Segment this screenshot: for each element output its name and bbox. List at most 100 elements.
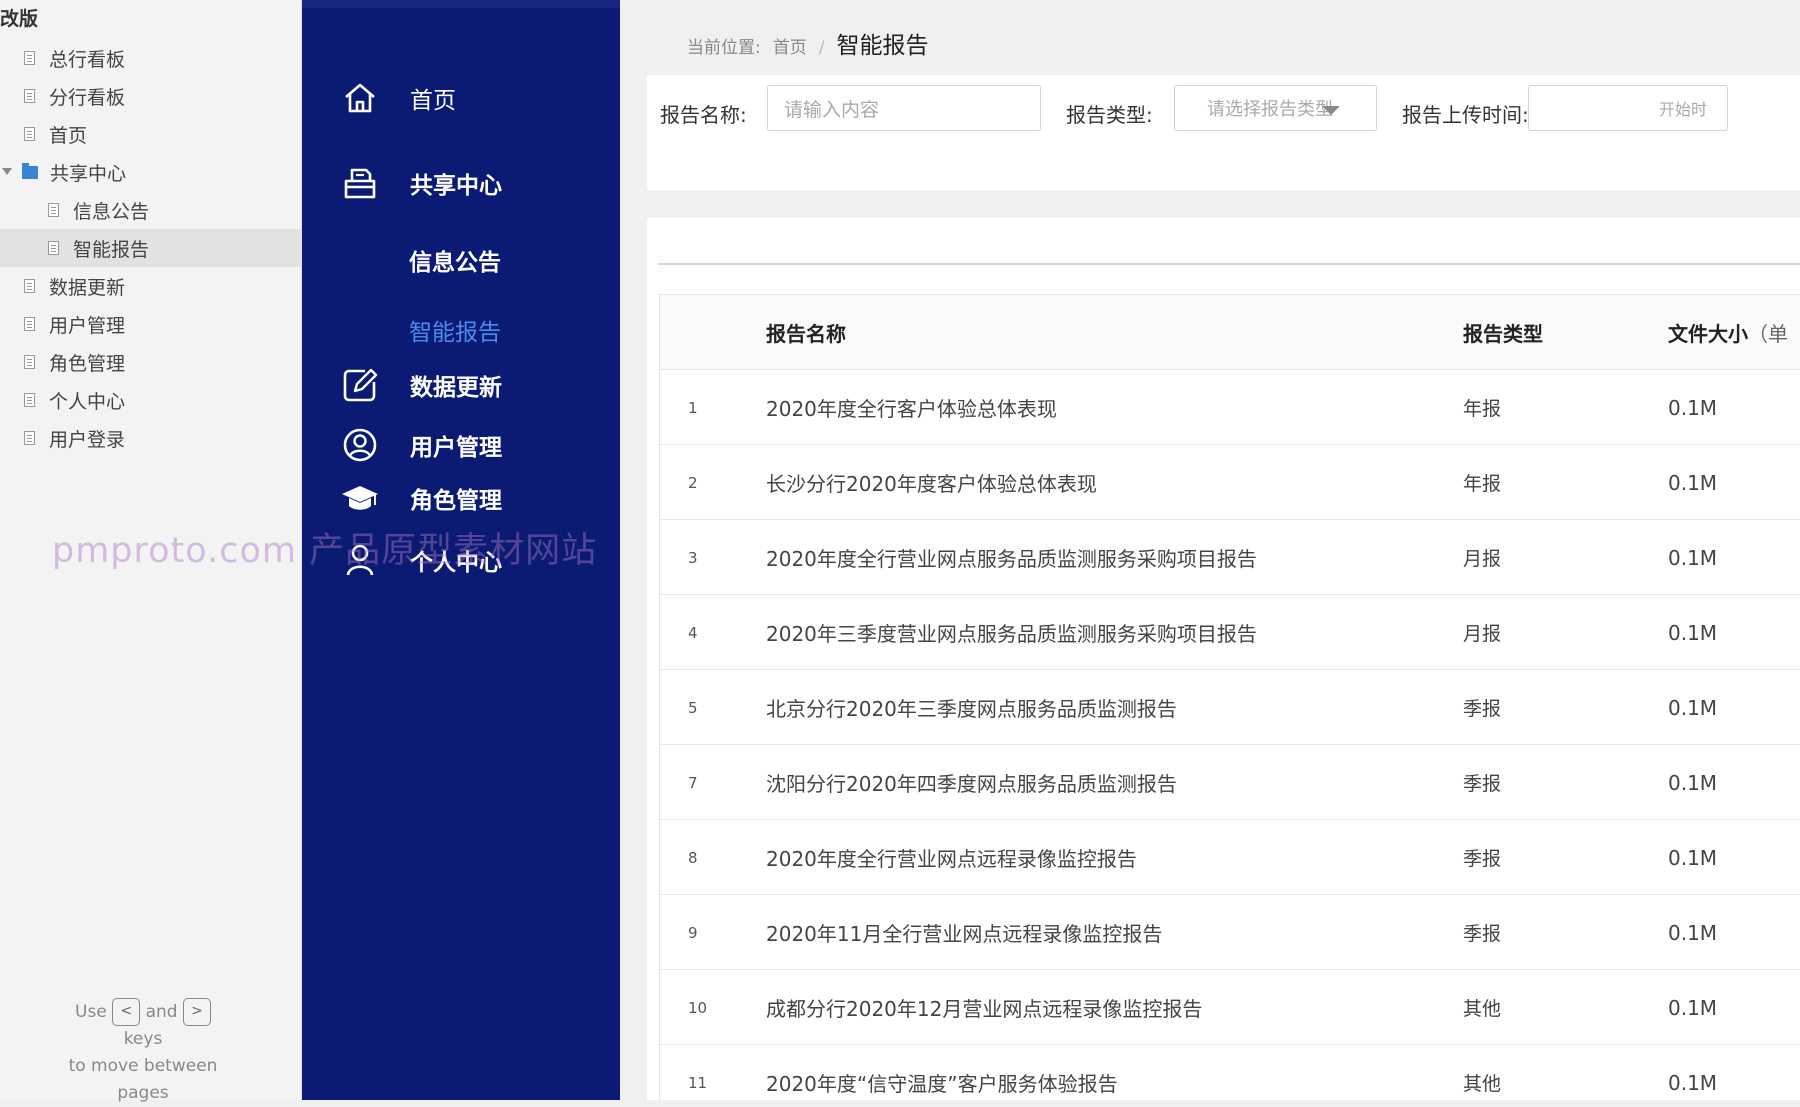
report-name-cell: 2020年度全行营业网点服务品质监测服务采购项目报告	[766, 547, 1257, 571]
upload-time-start-input[interactable]: 开始时	[1528, 85, 1728, 131]
report-type-cell: 年报	[1463, 473, 1502, 495]
file-size-cell: 0.1M	[1668, 920, 1718, 945]
table-row[interactable]: 9 2020年11月全行营业网点远程录像监控报告 季报 0.1M	[660, 895, 1800, 970]
report-name-cell: 2020年度“信守温度”客户服务体验报告	[766, 1072, 1118, 1096]
nav-item-announcements[interactable]: 信息公告	[302, 230, 620, 290]
tree-item-label: 用户登录	[49, 428, 126, 451]
card-divider	[658, 263, 1800, 265]
tree-item-data-update[interactable]: 数据更新	[0, 267, 302, 305]
breadcrumb-current: 智能报告	[836, 33, 929, 59]
tree-item-label: 角色管理	[49, 352, 126, 375]
report-name-input[interactable]: 请输入内容	[767, 85, 1041, 131]
report-name-label: 报告名称:	[660, 103, 747, 127]
page-icon	[24, 317, 35, 331]
header-file-size-unit: （单	[1748, 322, 1788, 346]
header-file-size-label: 文件大小	[1668, 322, 1748, 346]
nav-item-data-update[interactable]: 数据更新	[302, 355, 620, 415]
row-number: 4	[688, 623, 698, 642]
report-list-card: 报告名称 报告类型 文件大小 （单 1 2020年度全行客户体验总体表现 年报 0.1M…	[647, 218, 1800, 1100]
file-size-cell: 0.1M	[1668, 695, 1718, 720]
page-icon	[24, 127, 35, 141]
row-number: 1	[688, 398, 698, 417]
help-text-keys: keys	[123, 1029, 163, 1049]
tree-item-personal-center[interactable]: 个人中心	[0, 381, 302, 419]
nav-item-share-center[interactable]: 共享中心	[302, 153, 620, 213]
tree-item-smart-reports[interactable]: 智能报告	[0, 229, 302, 267]
report-type-cell: 季报	[1463, 923, 1502, 945]
tree-item-user-management[interactable]: 用户管理	[0, 305, 302, 343]
row-number: 2	[688, 473, 698, 492]
table-row[interactable]: 5 北京分行2020年三季度网点服务品质监测报告 季报 0.1M	[660, 670, 1800, 745]
file-size-cell: 0.1M	[1668, 395, 1718, 420]
nav-item-label: 用户管理	[410, 435, 502, 461]
share-center-icon	[340, 163, 380, 203]
table-row[interactable]: 3 2020年度全行营业网点服务品质监测服务采购项目报告 月报 0.1M	[660, 520, 1800, 595]
nav-item-label: 数据更新	[410, 375, 502, 401]
tree-item-role-management[interactable]: 角色管理	[0, 343, 302, 381]
tree-item-label: 首页	[49, 124, 88, 147]
report-name-cell: 2020年度全行营业网点远程录像监控报告	[766, 847, 1137, 871]
table-row[interactable]: 11 2020年度“信守温度”客户服务体验报告 其他 0.1M	[660, 1045, 1800, 1100]
tree-item-home[interactable]: 首页	[0, 115, 302, 153]
breadcrumb: 当前位置: 首页 / 智能报告	[687, 26, 928, 60]
nav-item-smart-reports[interactable]: 智能报告	[302, 300, 620, 360]
report-type-select[interactable]: 请选择报告类型	[1174, 85, 1377, 131]
page-icon	[48, 241, 59, 255]
report-type-cell: 季报	[1463, 848, 1502, 870]
home-icon	[340, 78, 380, 118]
breadcrumb-home-link[interactable]: 首页	[773, 33, 807, 58]
table-row[interactable]: 1 2020年度全行客户体验总体表现 年报 0.1M	[660, 370, 1800, 445]
tree-item-user-login[interactable]: 用户登录	[0, 419, 302, 457]
report-type-cell: 年报	[1463, 398, 1502, 420]
tree-item-label: 共享中心	[50, 162, 127, 185]
table-row[interactable]: 8 2020年度全行营业网点远程录像监控报告 季报 0.1M	[660, 820, 1800, 895]
file-size-cell: 0.1M	[1668, 470, 1718, 495]
chevron-down-icon	[1322, 106, 1340, 115]
nav-item-role-management[interactable]: 角色管理	[302, 468, 620, 528]
file-size-cell: 0.1M	[1668, 545, 1718, 570]
row-number: 7	[688, 773, 698, 792]
expand-caret-icon[interactable]	[2, 168, 12, 175]
table-row[interactable]: 2 长沙分行2020年度客户体验总体表现 年报 0.1M	[660, 445, 1800, 520]
row-number: 5	[688, 698, 698, 717]
page-icon	[24, 279, 35, 293]
table-body: 1 2020年度全行客户体验总体表现 年报 0.1M 2 长沙分行2020年度客户体验总体…	[660, 370, 1800, 1100]
edit-icon	[340, 365, 380, 405]
report-type-cell: 季报	[1463, 698, 1502, 720]
main-content: 当前位置: 首页 / 智能报告 报告名称: 请输入内容 报告类型: 请选择报告类…	[620, 0, 1800, 1100]
report-type-cell: 季报	[1463, 773, 1502, 795]
page-icon	[24, 89, 35, 103]
report-table: 报告名称 报告类型 文件大小 （单 1 2020年度全行客户体验总体表现 年报 0.1M…	[659, 294, 1800, 1100]
tree-item-share-center[interactable]: 共享中心	[0, 153, 302, 191]
table-row[interactable]: 4 2020年三季度营业网点服务品质监测服务采购项目报告 月报 0.1M	[660, 595, 1800, 670]
page-icon	[24, 51, 35, 65]
keyboard-help: Use < and > keys to move between pages	[0, 998, 286, 1107]
report-name-cell: 2020年三季度营业网点服务品质监测服务采购项目报告	[766, 622, 1257, 646]
prev-key-icon: <	[112, 998, 141, 1026]
report-type-label: 报告类型:	[1066, 103, 1153, 127]
nav-item-label: 共享中心	[410, 173, 502, 199]
tree-item-hq-dashboard[interactable]: 总行看板	[0, 39, 302, 77]
tree-item-label: 数据更新	[49, 276, 126, 299]
nav-item-home[interactable]: 首页	[302, 68, 620, 128]
header-report-name: 报告名称	[766, 322, 846, 346]
tree-item-branch-dashboard[interactable]: 分行看板	[0, 77, 302, 115]
nav-item-user-management[interactable]: 用户管理	[302, 415, 620, 475]
row-number: 11	[688, 1073, 708, 1092]
tree-item-label: 分行看板	[49, 86, 126, 109]
page-tree-panel: 改版 总行看板 分行看板 首页 共享中心 信息公告 智能报告 数据更新 用户管理…	[0, 0, 302, 1103]
table-row[interactable]: 7 沈阳分行2020年四季度网点服务品质监测报告 季报 0.1M	[660, 745, 1800, 820]
breadcrumb-separator: /	[818, 38, 825, 58]
nav-item-label: 信息公告	[409, 250, 501, 276]
filter-panel: 报告名称: 请输入内容 报告类型: 请选择报告类型 报告上传时间: 开始时	[647, 75, 1800, 190]
help-text-and: and	[145, 1002, 178, 1022]
main-nav: 首页 共享中心 信息公告 智能报告 数据更新 用户管理 角色管理 个人中心	[302, 0, 620, 1100]
file-size-cell: 0.1M	[1668, 1070, 1718, 1095]
page-icon	[24, 355, 35, 369]
report-type-cell: 其他	[1463, 1073, 1502, 1095]
graduation-cap-icon	[340, 478, 380, 518]
nav-item-personal-center[interactable]: 个人中心	[302, 530, 620, 590]
file-size-cell: 0.1M	[1668, 770, 1718, 795]
table-row[interactable]: 10 成都分行2020年12月营业网点远程录像监控报告 其他 0.1M	[660, 970, 1800, 1045]
tree-item-announcements[interactable]: 信息公告	[0, 191, 302, 229]
